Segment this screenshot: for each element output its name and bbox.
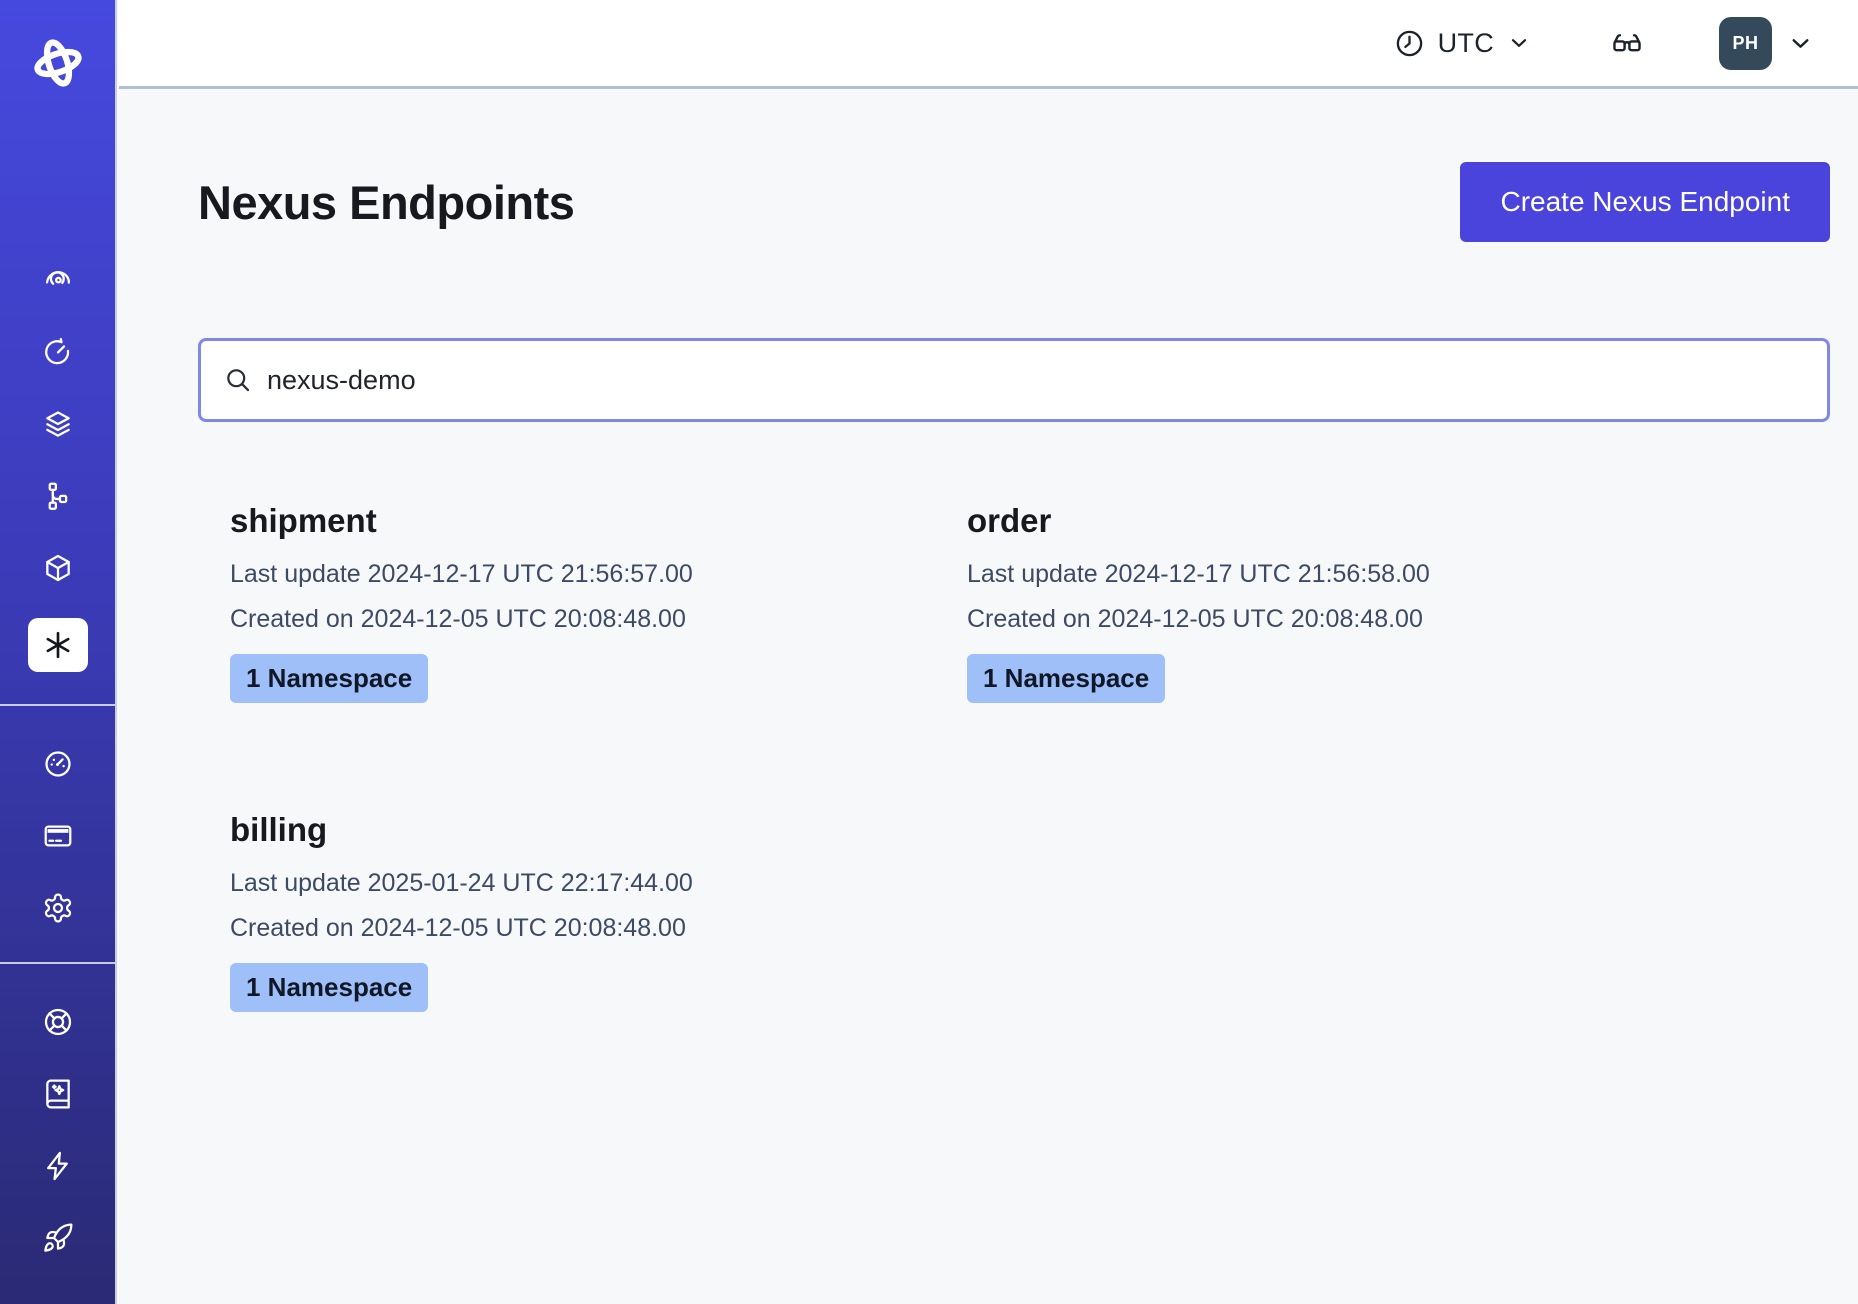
endpoint-last-update: Last update 2024-12-17 UTC 21:56:58.00 xyxy=(967,560,1672,589)
search-icon xyxy=(224,366,252,394)
endpoint-name: billing xyxy=(230,811,935,849)
sidebar xyxy=(0,0,117,1304)
sidebar-group-help xyxy=(0,1000,115,1260)
sidebar-item-getting-started[interactable] xyxy=(28,1216,88,1260)
create-nexus-endpoint-button[interactable]: Create Nexus Endpoint xyxy=(1460,162,1830,242)
workflow-tree-icon xyxy=(42,480,74,512)
timezone-selector[interactable]: UTC xyxy=(1394,28,1531,59)
sidebar-item-docs[interactable] xyxy=(28,1072,88,1116)
sidebar-item-billing[interactable] xyxy=(28,814,88,858)
endpoint-grid: shipment Last update 2024-12-17 UTC 21:5… xyxy=(198,502,1830,1012)
rocket-icon xyxy=(42,1222,74,1254)
sidebar-item-usage[interactable] xyxy=(28,742,88,786)
endpoint-created-on: Created on 2024-12-05 UTC 20:08:48.00 xyxy=(230,914,935,943)
endpoint-last-update: Last update 2025-01-24 UTC 22:17:44.00 xyxy=(230,869,935,898)
layers-icon xyxy=(42,408,74,440)
sidebar-divider xyxy=(0,704,115,706)
book-sparkles-icon xyxy=(42,1078,74,1110)
asterisk-nexus-icon xyxy=(42,629,74,661)
sidebar-divider xyxy=(0,962,115,964)
incognito-toggle[interactable] xyxy=(1607,27,1647,59)
temporal-logo[interactable] xyxy=(27,30,89,96)
namespace-badge: 1 Namespace xyxy=(230,963,428,1012)
sidebar-group-account xyxy=(0,742,115,930)
user-avatar[interactable]: PH xyxy=(1719,17,1772,70)
sidebar-item-namespaces[interactable] xyxy=(28,258,88,302)
sidebar-item-settings[interactable] xyxy=(28,886,88,930)
endpoint-card-order[interactable]: order Last update 2024-12-17 UTC 21:56:5… xyxy=(935,502,1672,703)
gauge-icon xyxy=(42,748,74,780)
endpoint-card-billing[interactable]: billing Last update 2025-01-24 UTC 22:17… xyxy=(198,811,935,1012)
gear-icon xyxy=(42,892,74,924)
cube-icon xyxy=(42,552,74,584)
sidebar-item-batch[interactable] xyxy=(28,402,88,446)
eye-spiral-icon xyxy=(42,264,74,296)
sidebar-group-main xyxy=(0,258,115,672)
endpoint-name: shipment xyxy=(230,502,935,540)
search-box[interactable] xyxy=(198,338,1830,422)
lightning-icon xyxy=(42,1150,74,1182)
sidebar-item-task-queues[interactable] xyxy=(28,474,88,518)
chevron-down-icon xyxy=(1787,30,1814,57)
endpoint-last-update: Last update 2024-12-17 UTC 21:56:57.00 xyxy=(230,560,935,589)
glasses-icon xyxy=(1607,27,1647,59)
namespace-badge: 1 Namespace xyxy=(967,654,1165,703)
timezone-label: UTC xyxy=(1438,28,1494,59)
life-ring-icon xyxy=(42,1006,74,1038)
namespace-badge: 1 Namespace xyxy=(230,654,428,703)
sidebar-item-feedback[interactable] xyxy=(28,1144,88,1188)
endpoint-name: order xyxy=(967,502,1672,540)
main-content: Nexus Endpoints Create Nexus Endpoint sh… xyxy=(119,92,1858,1304)
user-menu-button[interactable] xyxy=(1787,30,1814,57)
sidebar-item-support[interactable] xyxy=(28,1000,88,1044)
endpoint-card-shipment[interactable]: shipment Last update 2024-12-17 UTC 21:5… xyxy=(198,502,935,703)
top-bar: UTC PH xyxy=(119,0,1858,89)
sidebar-item-schedules[interactable] xyxy=(28,330,88,374)
sidebar-item-deployments[interactable] xyxy=(28,546,88,590)
avatar-initials: PH xyxy=(1732,33,1758,54)
sidebar-item-nexus[interactable] xyxy=(28,618,88,672)
search-input[interactable] xyxy=(267,365,1804,396)
page-title: Nexus Endpoints xyxy=(198,175,574,230)
endpoint-created-on: Created on 2024-12-05 UTC 20:08:48.00 xyxy=(967,605,1672,634)
endpoint-created-on: Created on 2024-12-05 UTC 20:08:48.00 xyxy=(230,605,935,634)
timer-icon xyxy=(42,336,74,368)
clock-icon xyxy=(1394,28,1425,59)
credit-card-icon xyxy=(42,820,74,852)
chevron-down-icon xyxy=(1507,31,1531,55)
